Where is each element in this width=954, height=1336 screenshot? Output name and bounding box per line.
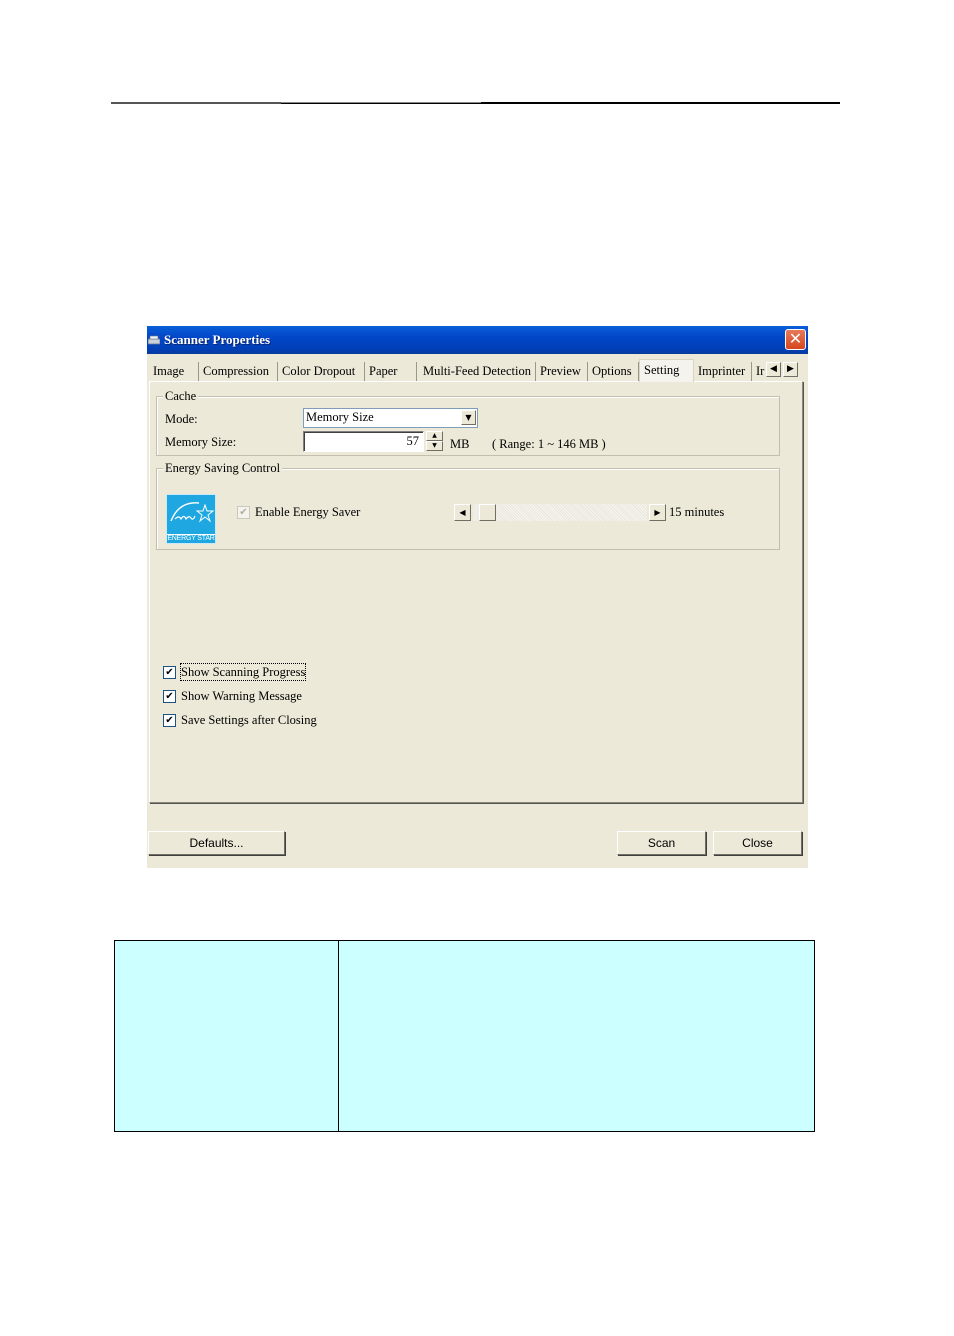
scanner-icon [148, 335, 160, 345]
close-button[interactable]: Close [713, 831, 802, 855]
tab-scroll-right-button[interactable]: ▶ [783, 362, 798, 377]
table-cell-description [338, 940, 815, 1132]
enable-energy-saver-label: Enable Energy Saver [255, 505, 361, 519]
tab-label: Ir [756, 364, 765, 378]
check-icon: ✔ [165, 715, 174, 726]
slider-left-button[interactable]: ◀ [454, 504, 471, 521]
show-warning-message-label[interactable]: Show Warning Message [181, 688, 302, 704]
setting-tab-panel: Cache Mode: Memory Size ▼ Memory Size: 5… [149, 381, 803, 803]
show-scanning-progress-label[interactable]: Show Scanning Progress [179, 663, 307, 681]
title-bar[interactable]: Scanner Properties ✕ [147, 326, 808, 354]
window-title: Scanner Properties [164, 332, 271, 347]
check-icon: ✔ [165, 691, 174, 702]
tab-label: Image [153, 364, 185, 378]
tab-image[interactable]: Image [149, 362, 199, 381]
tab-compression[interactable]: Compression [199, 362, 278, 381]
save-settings-checkbox[interactable]: ✔ [163, 714, 176, 727]
scan-button[interactable]: Scan [617, 831, 706, 855]
save-settings-label[interactable]: Save Settings after Closing [181, 712, 317, 728]
rule-segment [111, 102, 281, 104]
tab-label: Paper [369, 364, 398, 378]
chevron-down-icon[interactable]: ▼ [461, 410, 476, 425]
tab-label: Color Dropout [282, 364, 356, 378]
tab-setting[interactable]: Setting [639, 359, 694, 382]
check-icon: ✔ [165, 667, 174, 678]
tab-multi-feed-detection[interactable]: Multi-Feed Detection [417, 362, 536, 381]
tab-label: Compression [203, 364, 269, 378]
mode-dropdown[interactable]: Memory Size ▼ [303, 408, 478, 428]
show-scanning-progress-checkbox[interactable]: ✔ [163, 666, 176, 679]
slider-thumb[interactable] [479, 504, 496, 521]
arrow-right-icon: ▶ [787, 364, 794, 374]
energy-legend: Energy Saving Control [163, 460, 283, 476]
table-row [114, 940, 815, 1132]
energy-star-icon [170, 502, 215, 523]
show-warning-message-checkbox[interactable]: ✔ [163, 690, 176, 703]
enable-energy-saver-checkbox[interactable]: ✔ [237, 506, 250, 519]
scanner-properties-dialog: Scanner Properties ✕ Image Compression C… [147, 326, 808, 868]
close-window-button[interactable]: ✕ [785, 329, 806, 350]
memory-range-text: ( Range: 1 ~ 146 MB ) [492, 437, 606, 451]
close-icon: ✕ [788, 329, 803, 348]
mode-label: Mode: [165, 412, 198, 426]
tab-color-dropout[interactable]: Color Dropout [278, 362, 365, 381]
memory-size-label: Memory Size: [165, 435, 237, 449]
spin-down-icon: ▼ [432, 442, 437, 449]
tab-label: Preview [540, 364, 581, 378]
tab-imprinter[interactable]: Imprinter [694, 362, 752, 381]
check-icon: ✔ [239, 507, 248, 518]
cache-group: Cache Mode: Memory Size ▼ Memory Size: 5… [156, 388, 780, 456]
tab-label: Multi-Feed Detection [423, 364, 531, 378]
tab-options[interactable]: Options [588, 362, 639, 381]
description-table [114, 940, 815, 1132]
energy-saver-value: 15 minutes [669, 505, 725, 519]
defaults-button[interactable]: Defaults... [148, 831, 285, 855]
energy-star-logo: ENERGY STAR [166, 494, 216, 544]
energy-saver-slider[interactable]: ◀ ▶ [454, 504, 666, 521]
tab-strip: Image Compression Color Dropout Paper Mu… [147, 359, 808, 382]
cache-legend: Cache [163, 388, 199, 404]
tab-preview[interactable]: Preview [536, 362, 588, 381]
slider-track[interactable] [473, 504, 647, 521]
spin-up-button[interactable]: ▲ [426, 431, 443, 441]
spin-up-icon: ▲ [432, 432, 437, 439]
tab-paper[interactable]: Paper [365, 362, 417, 381]
tab-label: Imprinter [698, 364, 746, 378]
memory-size-spinner[interactable]: ▲ ▼ [426, 431, 443, 452]
memory-size-value: 57 [406, 434, 420, 448]
table-cell-term [114, 940, 339, 1132]
slider-right-button[interactable]: ▶ [649, 504, 666, 521]
energy-saving-group: Energy Saving Control ENERGY STAR ✔ Enab… [156, 460, 780, 550]
memory-size-input[interactable]: 57 [303, 431, 424, 452]
tab-label: Setting [644, 363, 680, 377]
memory-unit: MB [450, 437, 470, 451]
spin-down-button[interactable]: ▼ [426, 441, 443, 451]
page-header-rule [111, 102, 840, 104]
tab-scroll-left-button[interactable]: ◀ [766, 362, 781, 377]
energy-star-text: ENERGY STAR [167, 534, 215, 542]
mode-value: Memory Size [306, 410, 374, 424]
tab-label: Options [592, 364, 632, 378]
arrow-left-icon: ◀ [459, 508, 466, 517]
rule-segment [281, 102, 481, 103]
arrow-right-icon: ▶ [654, 508, 661, 517]
arrow-left-icon: ◀ [770, 364, 777, 374]
